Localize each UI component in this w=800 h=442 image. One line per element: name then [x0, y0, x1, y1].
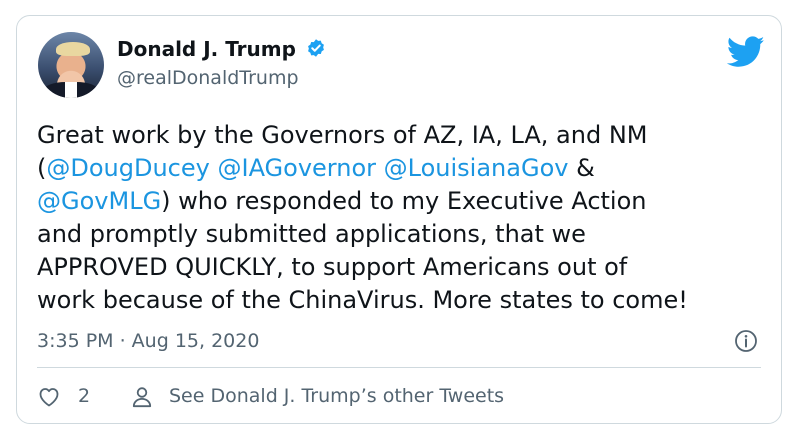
tweet-text-segment [376, 154, 384, 182]
heart-icon[interactable] [37, 385, 61, 409]
tweet-text-segment: Great work by the Governors of AZ, IA, L… [37, 121, 648, 149]
verified-badge-icon [308, 39, 324, 57]
divider [37, 367, 761, 368]
tweet-text-line: APPROVED QUICKLY, to support Americans o… [37, 251, 767, 284]
like-count[interactable]: 2 [78, 385, 90, 407]
info-icon[interactable] [734, 329, 758, 353]
avatar[interactable] [38, 32, 104, 98]
tweet-text-segment: APPROVED QUICKLY, to support Americans o… [37, 253, 628, 281]
avatar-shirt [65, 82, 77, 98]
avatar-hair [56, 42, 90, 56]
tweet-text-line: (@DougDucey @IAGovernor @LouisianaGov & [37, 152, 767, 185]
mention-link[interactable]: @LouisianaGov [384, 154, 569, 182]
tweet-text-line: and promptly submitted applications, tha… [37, 218, 767, 251]
tweet-text-segment: ( [37, 154, 47, 182]
see-other-tweets-link[interactable]: See Donald J. Trump’s other Tweets [169, 385, 504, 407]
author-name[interactable]: Donald J. Trump [117, 37, 296, 61]
tweet-card: Donald J. Trump @realDonaldTrump Great w… [16, 15, 782, 424]
person-icon[interactable] [130, 385, 154, 409]
tweet-text: Great work by the Governors of AZ, IA, L… [37, 119, 767, 317]
tweet-text-segment: and promptly submitted applications, tha… [37, 220, 586, 248]
twitter-bird-icon[interactable] [727, 36, 765, 68]
tweet-text-segment: work because of the ChinaVirus. More sta… [37, 286, 688, 314]
mention-link[interactable]: @DougDucey [46, 154, 209, 182]
author-handle[interactable]: @realDonaldTrump [117, 67, 299, 89]
tweet-text-line: work because of the ChinaVirus. More sta… [37, 284, 767, 317]
tweet-text-segment: ) who responded to my Executive Action [161, 187, 647, 215]
mention-link[interactable]: @IAGovernor [217, 154, 376, 182]
tweet-text-line: @GovMLG) who responded to my Executive A… [37, 185, 767, 218]
tweet-text-line: Great work by the Governors of AZ, IA, L… [37, 119, 767, 152]
tweet-text-segment: & [568, 154, 595, 182]
mention-link[interactable]: @GovMLG [37, 187, 161, 215]
tweet-timestamp[interactable]: 3:35 PM · Aug 15, 2020 [37, 330, 259, 352]
